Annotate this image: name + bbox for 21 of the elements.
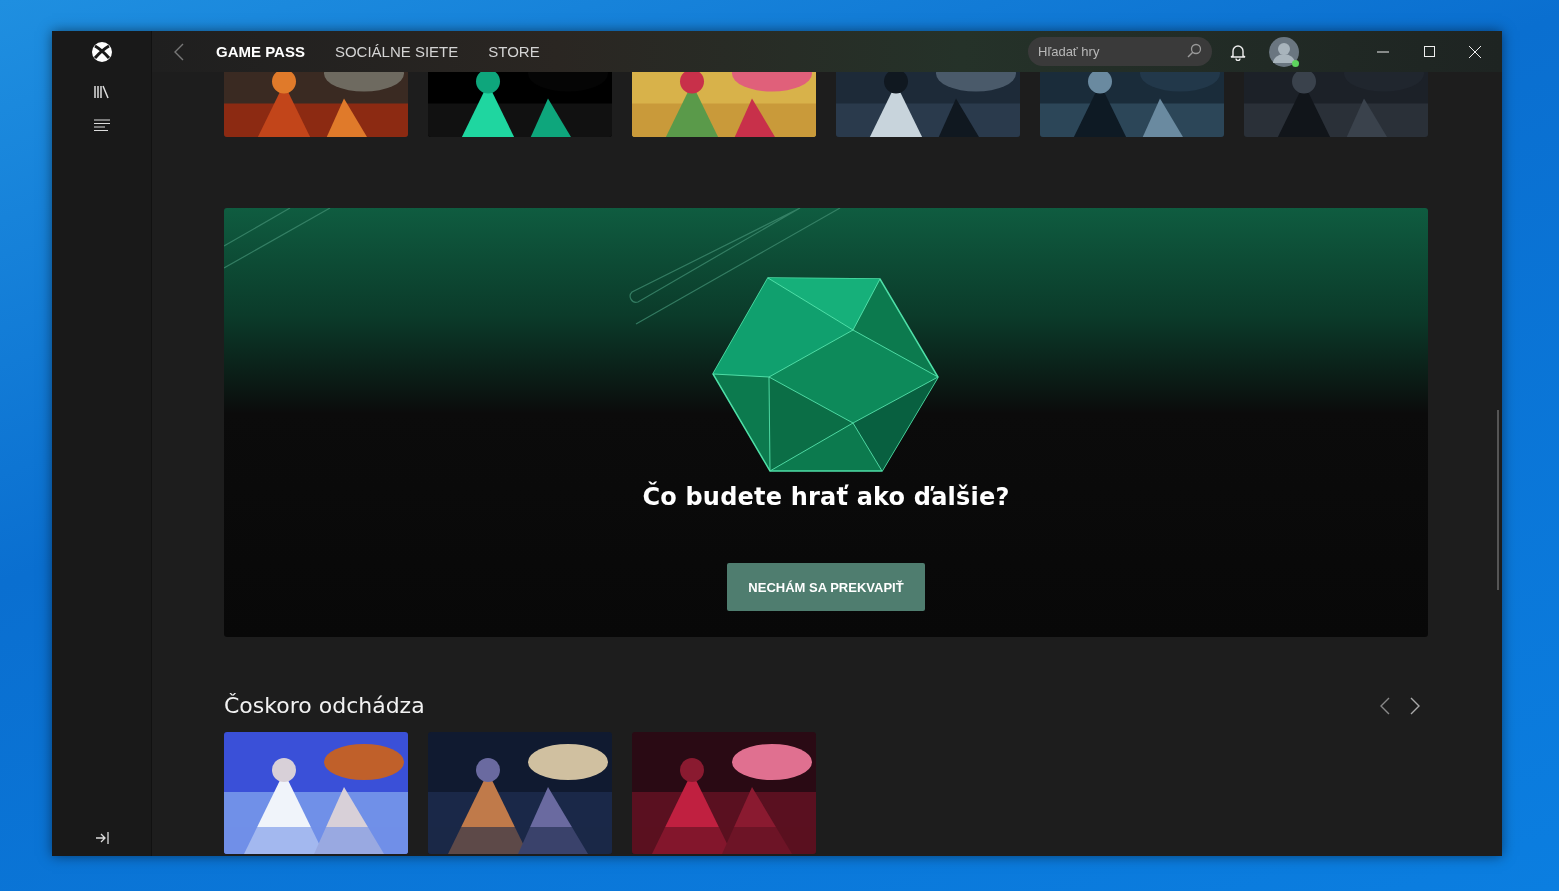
minimize-icon <box>1377 50 1389 53</box>
menu-icon[interactable] <box>93 119 110 131</box>
library-icon[interactable] <box>93 85 110 99</box>
bell-icon[interactable] <box>1230 42 1246 61</box>
section-title: Čoskoro odchádza <box>224 693 425 718</box>
surprise-button[interactable]: NECHÁM SA PREKVAPIŤ <box>727 563 925 611</box>
expand-icon[interactable] <box>94 832 109 844</box>
xbox-logo-icon[interactable] <box>90 41 113 63</box>
scrollbar[interactable] <box>1497 410 1499 590</box>
close-icon <box>1469 45 1481 58</box>
back-icon <box>174 42 184 61</box>
nav-tab[interactable]: STORE <box>488 39 540 64</box>
nav-tab[interactable]: GAME PASS <box>216 39 305 64</box>
avatar-icon[interactable] <box>1268 35 1300 68</box>
chevron-left-icon <box>1380 696 1390 715</box>
search-field[interactable]: Hľadať hry <box>1028 37 1212 66</box>
chevron-right-icon <box>1410 696 1420 715</box>
search-icon <box>1186 43 1202 59</box>
banner-title: Čo budete hrať ako ďalšie? <box>642 483 1010 511</box>
nav-tab[interactable]: SOCIÁLNE SIETE <box>334 39 459 64</box>
maximize-icon <box>1423 46 1435 57</box>
